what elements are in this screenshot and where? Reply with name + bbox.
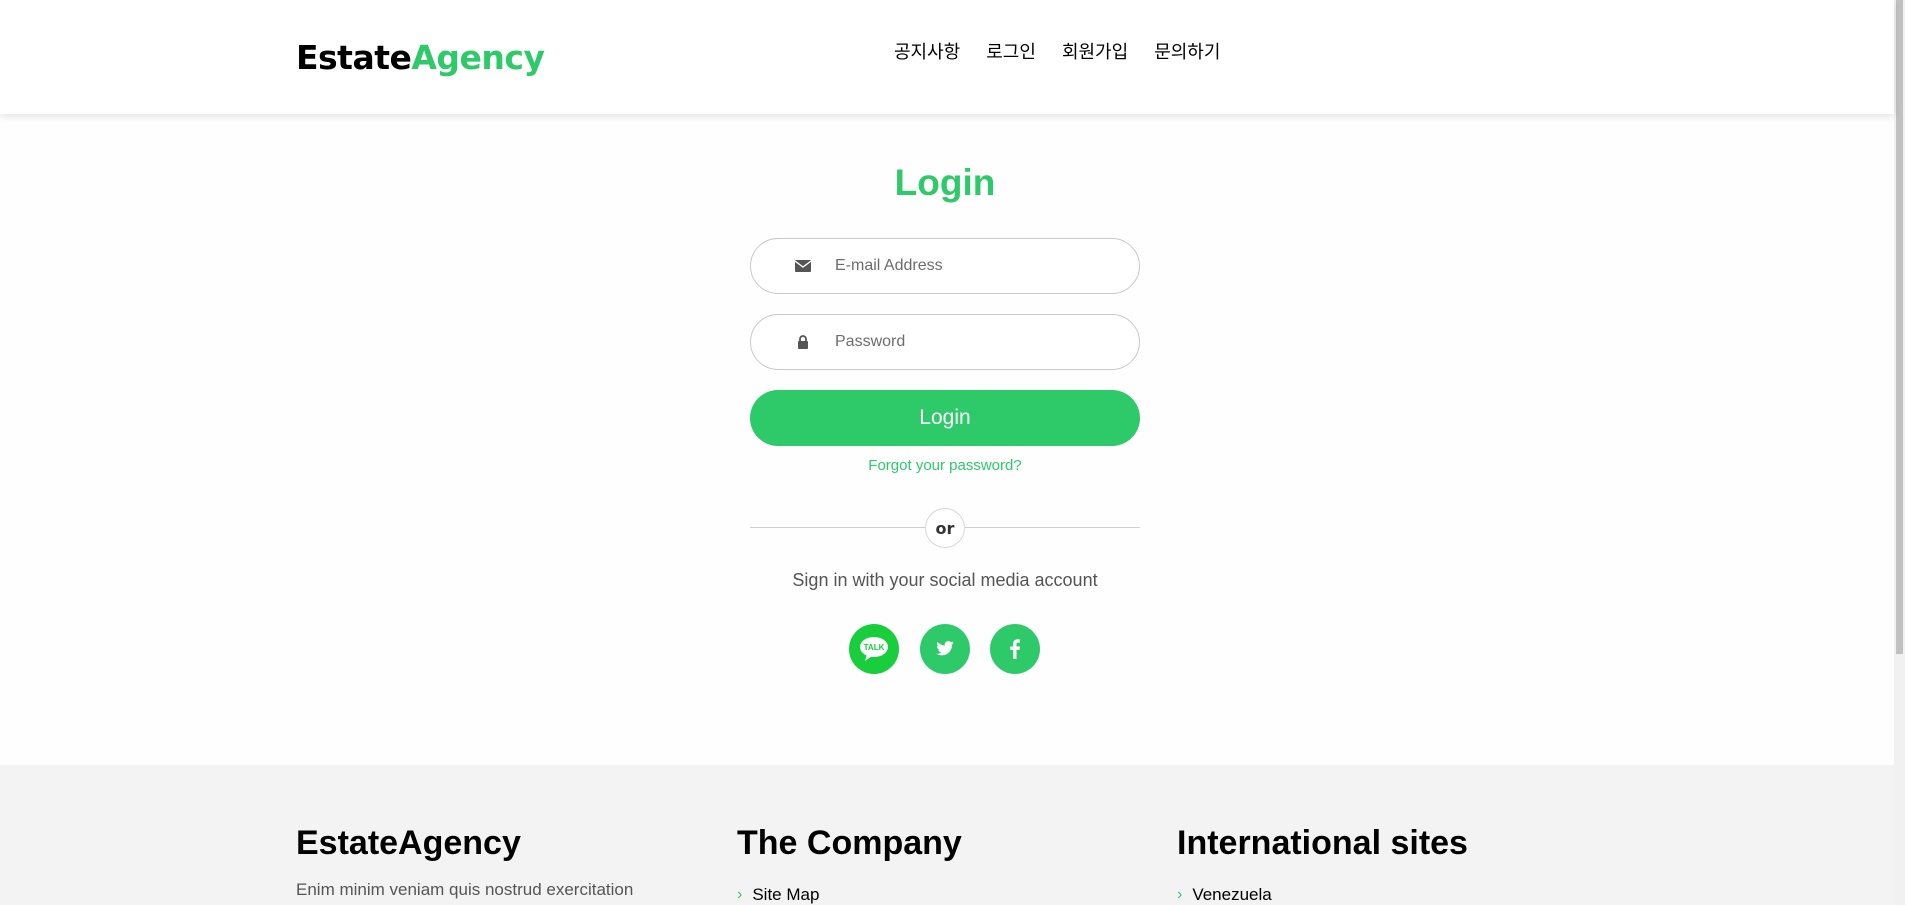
facebook-login-button[interactable]	[990, 624, 1040, 674]
social-signin-text: Sign in with your social media account	[792, 570, 1098, 590]
footer: EstateAgency Enim minim veniam quis nost…	[0, 765, 1894, 905]
email-input[interactable]	[835, 257, 1115, 275]
facebook-icon	[1010, 639, 1020, 659]
twitter-login-button[interactable]	[920, 624, 970, 674]
scrollbar-thumb[interactable]	[1896, 0, 1903, 654]
footer-link-label: Venezuela	[1192, 885, 1272, 904]
login-title: Login	[894, 162, 996, 203]
footer-col-description: Enim minim veniam quis nostrud exercitat…	[296, 880, 634, 899]
nav-links: 공지사항 로그인 회원가입 문의하기	[894, 38, 1246, 64]
chevron-right-icon: ›	[737, 886, 743, 903]
envelope-icon	[783, 260, 823, 272]
lock-icon	[783, 335, 823, 349]
footer-col-title: The Company	[737, 824, 962, 862]
footer-link-site-map[interactable]: › Site Map	[737, 885, 819, 905]
brand-part-estate: Estate	[296, 38, 412, 77]
or-badge: or	[925, 508, 965, 548]
nav-item-signup[interactable]: 회원가입	[1062, 38, 1128, 64]
footer-link-label: Site Map	[752, 885, 820, 904]
nav-item-notice[interactable]: 공지사항	[894, 38, 960, 64]
kakao-talk-icon: TALK	[860, 637, 888, 661]
forgot-password-link[interactable]: Forgot your password?	[750, 457, 1140, 474]
footer-link-venezuela[interactable]: › Venezuela	[1177, 885, 1272, 905]
kakao-login-button[interactable]: TALK	[849, 624, 899, 674]
password-input[interactable]	[835, 333, 1115, 351]
twitter-icon	[936, 641, 954, 656]
footer-col-title: International sites	[1177, 824, 1468, 862]
brand-logo[interactable]: Estate Agency	[296, 38, 545, 77]
password-field[interactable]	[750, 314, 1140, 370]
kakao-talk-label: TALK	[864, 643, 885, 652]
brand-part-agency: Agency	[411, 38, 545, 77]
nav-item-contact[interactable]: 문의하기	[1154, 38, 1220, 64]
nav-item-login[interactable]: 로그인	[986, 38, 1036, 64]
footer-col-title: EstateAgency	[296, 824, 521, 862]
navbar: Estate Agency 공지사항 로그인 회원가입 문의하기	[0, 0, 1894, 114]
email-field[interactable]	[750, 238, 1140, 294]
chevron-right-icon: ›	[1177, 886, 1183, 903]
login-button[interactable]: Login	[750, 390, 1140, 446]
page-scrollbar[interactable]	[1894, 0, 1905, 905]
